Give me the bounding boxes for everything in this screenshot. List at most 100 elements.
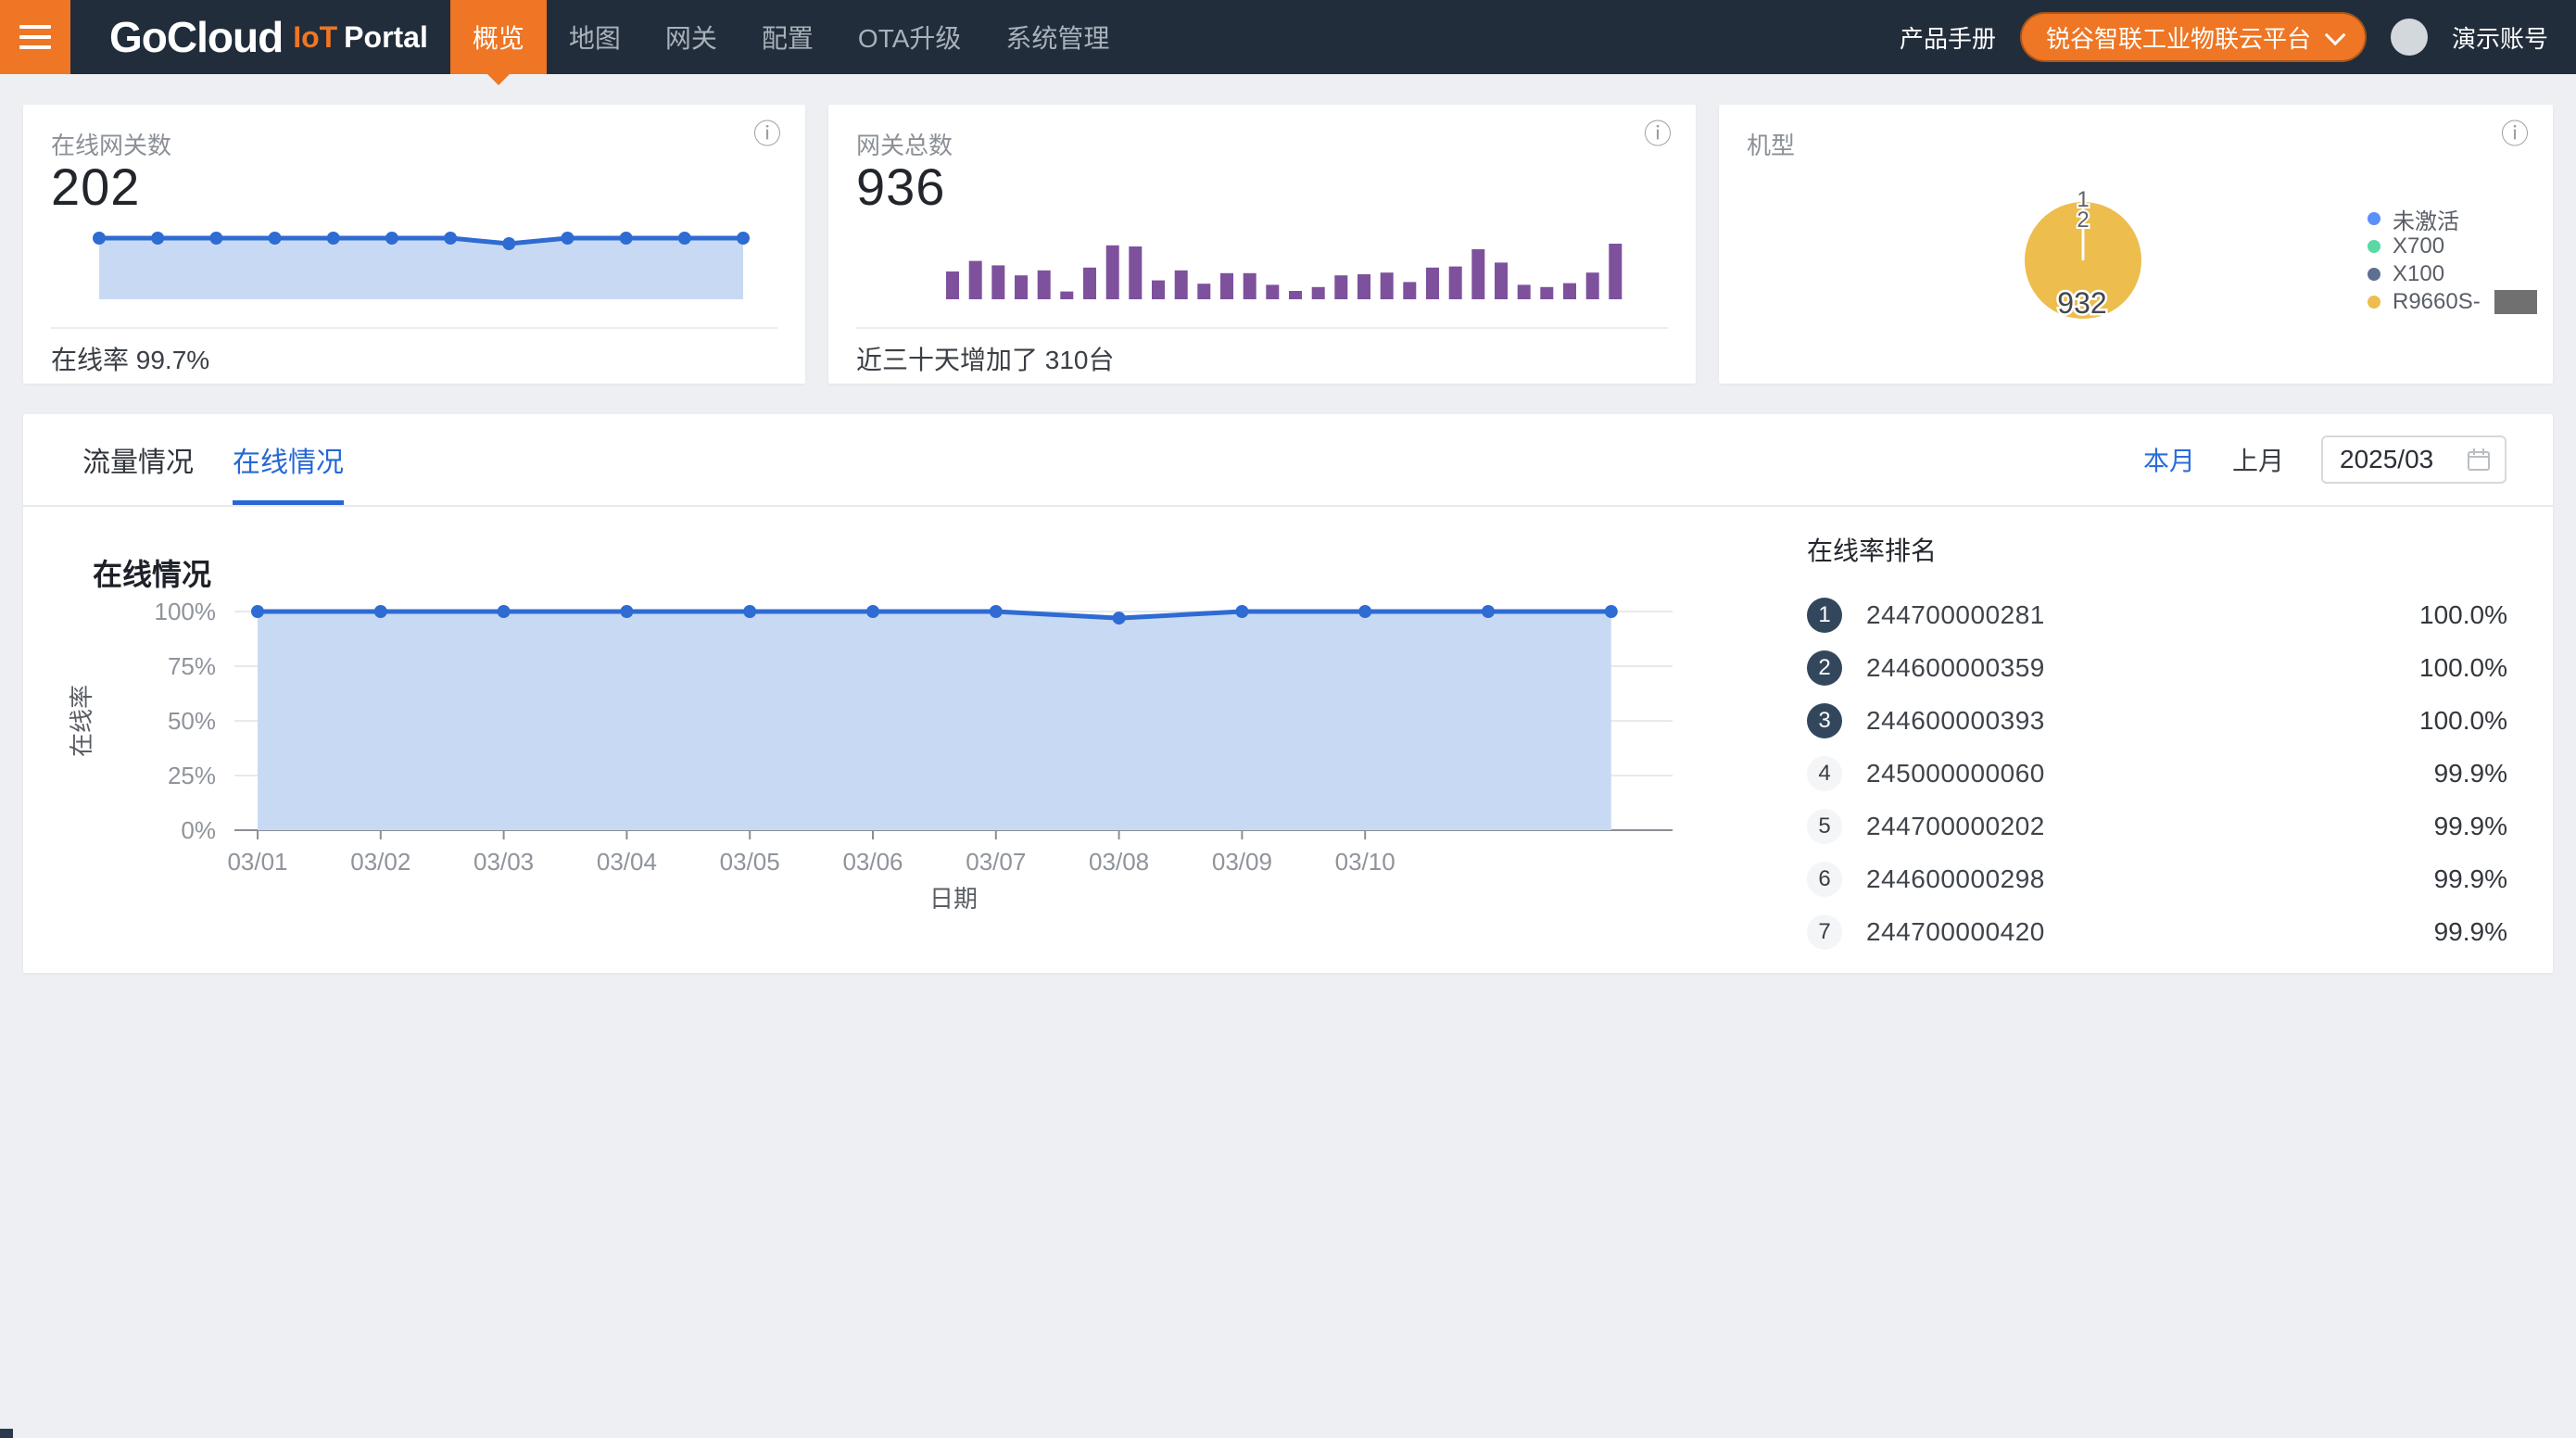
svg-text:03/05: 03/05 <box>720 848 780 876</box>
svg-text:50%: 50% <box>168 707 216 735</box>
total-gateways-value: 936 <box>856 157 945 217</box>
legend-item-x100[interactable]: X100 <box>2368 260 2537 288</box>
online-gateways-sparkline <box>90 227 752 306</box>
rank-badge: 1 <box>1807 598 1842 633</box>
product-manual-link[interactable]: 产品手册 <box>1900 20 1996 55</box>
svg-text:932: 932 <box>2057 286 2106 320</box>
svg-text:日期: 日期 <box>929 885 978 913</box>
nav-item-ota[interactable]: OTA升级 <box>836 0 983 74</box>
stat-cards-row: 在线网关数 ⓘ 202 在线率 99.7% 网关总数 ⓘ 936 近三十天增加了… <box>23 105 2553 384</box>
menu-toggle-button[interactable] <box>0 0 70 74</box>
gateway-id: 244700000281 <box>1866 600 2045 630</box>
nav-item-overview[interactable]: 概览 <box>450 0 547 74</box>
info-icon[interactable]: ⓘ <box>2501 121 2529 149</box>
tab-traffic[interactable]: 流量情况 <box>82 414 194 505</box>
info-icon[interactable]: ⓘ <box>1644 121 1672 149</box>
org-selector-button[interactable]: 锐谷智联工业物联云平台 <box>2020 12 2367 62</box>
redaction-box <box>2494 290 2537 314</box>
ranking-row: 3244600000393100.0% <box>1807 694 2507 747</box>
month-picker[interactable]: 2025/03 <box>2321 435 2507 484</box>
info-icon[interactable]: ⓘ <box>753 121 781 149</box>
legend-dot <box>2368 240 2380 253</box>
ranking-row: 424500000006099.9% <box>1807 747 2507 800</box>
svg-text:03/09: 03/09 <box>1212 848 1272 876</box>
avatar[interactable] <box>2391 19 2428 56</box>
logo-name: GoCloud <box>109 12 283 62</box>
online-rate-value: 99.9% <box>2434 864 2507 894</box>
legend-label: X700 <box>2393 233 2444 259</box>
online-rate-value: 100.0% <box>2419 653 2507 683</box>
svg-text:03/02: 03/02 <box>350 848 410 876</box>
gateway-id: 244600000359 <box>1866 653 2045 683</box>
svg-text:100%: 100% <box>155 598 217 625</box>
gateway-id: 244700000420 <box>1866 917 2045 947</box>
nav-right-group: 产品手册 锐谷智联工业物联云平台 演示账号 <box>1900 12 2548 62</box>
rank-badge: 3 <box>1807 703 1842 738</box>
hamburger-icon <box>19 25 51 49</box>
gateway-id: 244700000202 <box>1866 812 2045 841</box>
app-logo: GoCloud IoT Portal <box>109 12 428 62</box>
online-rate-value: 99.9% <box>2434 759 2507 788</box>
ranking-row: 7 244700000420 99.9% <box>1807 905 2507 958</box>
ranking-row: 5 244700000202 99.9% <box>1807 800 2507 852</box>
online-rate-chart: 0%25%50%75%100%03/0103/0203/0303/0403/05… <box>23 581 1719 933</box>
top-navbar: GoCloud IoT Portal 概览地图网关配置OTA升级系统管理 产品手… <box>0 0 2576 74</box>
chevron-down-icon <box>2325 25 2346 46</box>
tab-online[interactable]: 在线情况 <box>233 414 344 505</box>
rank-badge: 2 <box>1807 650 1842 686</box>
online-rate-value: 100.0% <box>2419 706 2507 736</box>
main-nav: 概览地图网关配置OTA升级系统管理 <box>450 0 1132 74</box>
card-total-gateways: 网关总数 ⓘ 936 近三十天增加了 310台 <box>828 105 1696 384</box>
account-name[interactable]: 演示账号 <box>2452 20 2548 55</box>
gateway-id: 244600000298 <box>1866 864 2045 894</box>
panel-tabbar: 流量情况在线情况 本月 上月 2025/03 <box>23 414 2553 507</box>
card-title: 机型 <box>1747 127 1795 161</box>
nav-item-gateway[interactable]: 网关 <box>643 0 739 74</box>
nav-item-config[interactable]: 配置 <box>739 0 836 74</box>
nav-item-system[interactable]: 系统管理 <box>983 0 1131 74</box>
month-picker-value: 2025/03 <box>2340 445 2433 474</box>
online-rate-value: 99.9% <box>2434 812 2507 841</box>
legend-dot <box>2368 212 2380 225</box>
gateway-id: 245000000060 <box>1866 759 2045 788</box>
models-pie-chart: 12932 <box>1978 183 2201 350</box>
logo-sub-portal: Portal <box>344 20 428 55</box>
svg-text:03/08: 03/08 <box>1089 848 1149 876</box>
legend-item-x700[interactable]: X700 <box>2368 233 2537 260</box>
period-controls: 本月 上月 2025/03 <box>2143 435 2507 484</box>
svg-text:03/10: 03/10 <box>1335 848 1395 876</box>
calendar-icon <box>2466 447 2492 473</box>
svg-text:03/06: 03/06 <box>842 848 903 876</box>
legend-label: R9660S- <box>2393 289 2481 315</box>
legend-label: 未激活 <box>2393 203 2459 235</box>
svg-text:75%: 75% <box>168 652 216 680</box>
svg-text:在线率: 在线率 <box>68 685 95 757</box>
total-gateways-barchart <box>944 223 1630 302</box>
legend-item-r9660s[interactable]: R9660S- <box>2368 288 2537 316</box>
stats-panel: 流量情况在线情况 本月 上月 2025/03 在线情况 0%25%50%75%1… <box>23 414 2553 973</box>
divider <box>856 327 1668 329</box>
ranking-row: 1244700000281100.0% <box>1807 588 2507 641</box>
svg-text:03/03: 03/03 <box>474 848 534 876</box>
rank-badge: 5 <box>1807 809 1842 844</box>
ranking-row: 2 244600000359 100.0% <box>1807 641 2507 694</box>
rank-badge: 7 <box>1807 915 1842 950</box>
this-month-button[interactable]: 本月 <box>2143 441 2195 478</box>
corner-artifact <box>0 1429 13 1438</box>
legend-item-[interactable]: 未激活 <box>2368 205 2537 233</box>
legend-dot <box>2368 268 2380 281</box>
card-models: 机型 ⓘ 12932 未激活X700X100R9660S- <box>1719 105 2553 384</box>
ranking-title: 在线率排名 <box>1807 531 2507 568</box>
legend-label: X100 <box>2393 261 2444 287</box>
divider <box>51 327 777 329</box>
online-gateways-value: 202 <box>51 157 140 217</box>
org-name: 锐谷智联工业物联云平台 <box>2046 20 2311 55</box>
nav-item-map[interactable]: 地图 <box>547 0 643 74</box>
ranking-rows: 1244700000281100.0%2244600000359100.0%32… <box>1807 588 2507 958</box>
rank-badge: 6 <box>1807 862 1842 897</box>
svg-text:03/01: 03/01 <box>227 848 287 876</box>
logo-sub-iot: IoT <box>293 20 337 55</box>
online-rate-ranking: 在线率排名 1 244700000281 100.0% 2 244600000359 10… <box>1807 531 2507 958</box>
online-rate-value: 99.9% <box>2434 917 2507 947</box>
last-month-button[interactable]: 上月 <box>2232 441 2284 478</box>
